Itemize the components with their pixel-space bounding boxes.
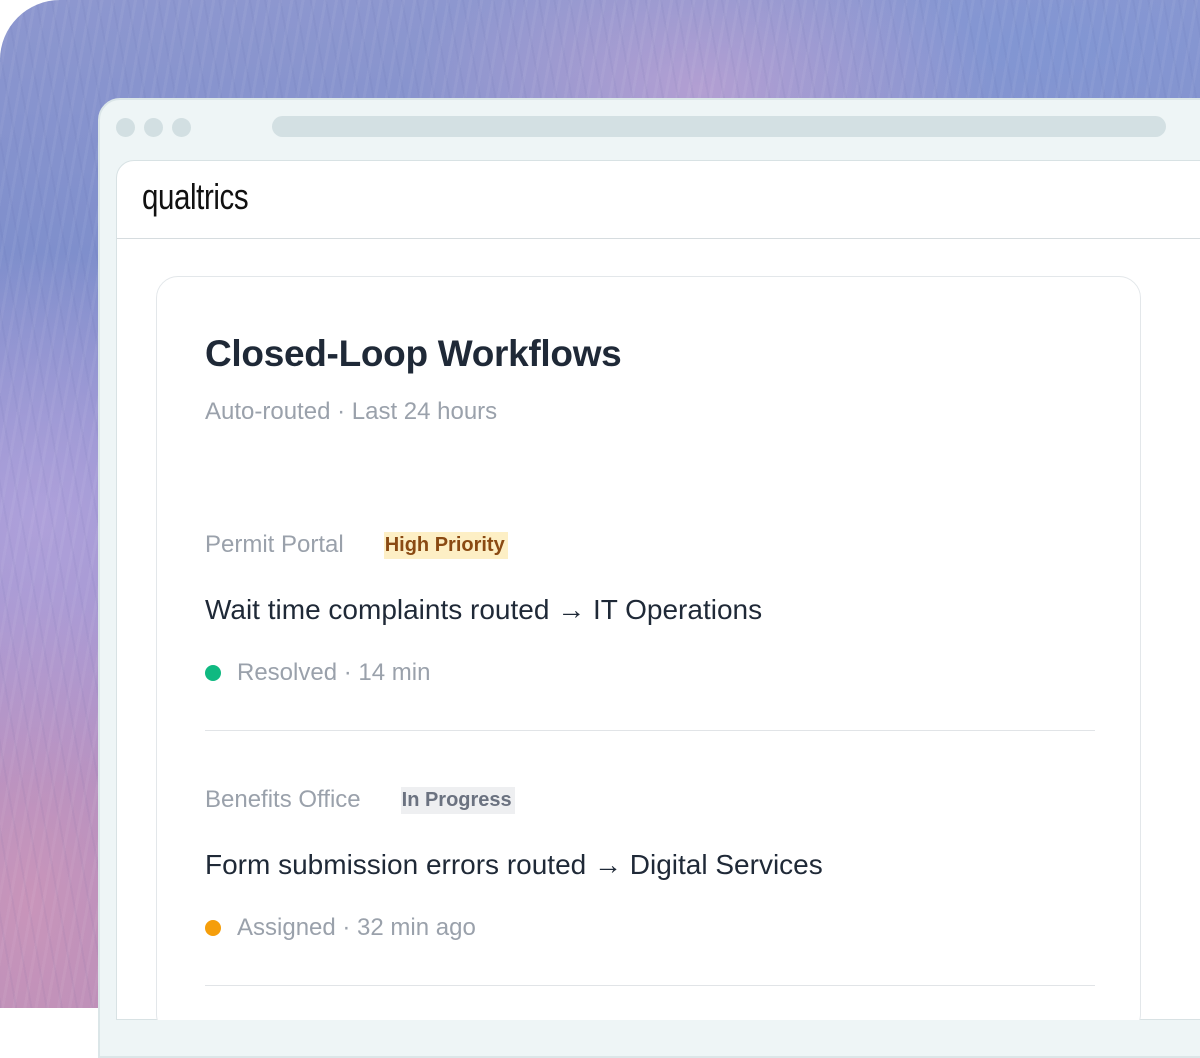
card-title: Closed-Loop Workflows xyxy=(205,333,622,374)
divider xyxy=(205,985,1095,986)
workflow-source: Permit Portal xyxy=(205,531,344,558)
workflow-description: Wait time complaints routed → IT Operati… xyxy=(205,594,763,625)
status-dot-icon xyxy=(205,665,221,681)
status-badge: In Progress xyxy=(400,786,515,814)
content-clip: Closed-Loop Workflows Auto-routed · Last… xyxy=(116,160,1200,1020)
priority-badge: High Priority xyxy=(383,531,508,559)
minimize-window-dot-icon[interactable] xyxy=(144,118,163,137)
workflow-status-text: Assigned · 32 min ago xyxy=(237,914,476,941)
card-subtitle: Auto-routed · Last 24 hours xyxy=(205,398,498,425)
workflow-status: Assigned · 32 min ago xyxy=(205,913,476,943)
workflow-source: Benefits Office xyxy=(205,786,361,813)
divider xyxy=(205,730,1095,731)
close-window-dot-icon[interactable] xyxy=(116,118,135,137)
workflow-status-text: Resolved · 14 min xyxy=(237,659,431,686)
address-bar[interactable] xyxy=(272,116,1166,137)
workflow-meta: Permit Portal High Priority xyxy=(205,530,508,560)
workflows-card: Closed-Loop Workflows Auto-routed · Last… xyxy=(156,276,1141,1020)
workflow-status: Resolved · 14 min xyxy=(205,658,430,688)
maximize-window-dot-icon[interactable] xyxy=(172,118,191,137)
workflow-meta: Benefits Office In Progress xyxy=(205,785,515,815)
workflow-description: Form submission errors routed → Digital … xyxy=(205,849,823,880)
window-controls xyxy=(116,118,191,137)
status-dot-icon xyxy=(205,920,221,936)
